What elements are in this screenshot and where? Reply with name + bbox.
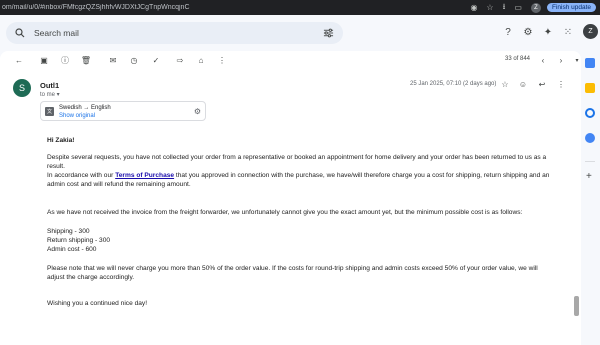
search-icon[interactable]	[14, 27, 26, 39]
get-addons-plus-icon[interactable]: +	[586, 171, 592, 182]
older-chevron-icon[interactable]: ›	[556, 55, 566, 65]
side-panel: +	[581, 51, 600, 345]
gmail-header: Search mail ? ⚙ ✦ ⁙ Z	[0, 15, 600, 51]
report-spam-icon[interactable]: ⓘ	[60, 55, 70, 65]
more-vert-message-icon[interactable]: ⋮	[556, 79, 566, 89]
reply-icon[interactable]: ↩	[537, 79, 547, 89]
closing-line: Wishing you a continued nice day!	[47, 300, 148, 307]
search-bar[interactable]: Search mail	[6, 22, 343, 44]
calendar-icon[interactable]	[585, 58, 595, 68]
terms-of-purchase-link[interactable]: Terms of Purchase	[115, 172, 174, 179]
bookmark-star-icon[interactable]: ☆	[486, 3, 493, 12]
browser-url-bar: om/mail/u/0/#inbox/FMfcgzQZSjhhfvWJDXtJC…	[0, 0, 600, 15]
add-task-icon[interactable]: ✓	[151, 55, 161, 65]
recipient-details[interactable]: to me ▾	[40, 91, 60, 98]
url-text[interactable]: om/mail/u/0/#inbox/FMfcgzQZSjhhfvWJDXtJC…	[0, 4, 470, 11]
cost-admin: Admin cost - 600	[47, 246, 97, 253]
translate-settings-icon[interactable]: ⚙	[193, 107, 202, 116]
body-paragraph-1: Despite several requests, you have not c…	[47, 154, 547, 170]
scrollbar-thumb[interactable]	[574, 296, 579, 316]
back-arrow-icon[interactable]: ←	[14, 55, 24, 65]
body-paragraph-2: In accordance with our Terms of Purchase…	[47, 171, 557, 189]
extensions-icon[interactable]: ▭	[514, 3, 522, 12]
account-avatar[interactable]: Z	[583, 24, 598, 39]
gemini-sparkle-icon[interactable]: ✦	[541, 25, 555, 39]
label-icon[interactable]: ⌂	[196, 55, 206, 65]
snooze-icon[interactable]: ◷	[129, 55, 139, 65]
delete-icon[interactable]: 🗑	[81, 55, 91, 65]
newer-chevron-icon[interactable]: ‹	[538, 55, 548, 65]
side-divider	[585, 161, 595, 162]
eye-icon[interactable]: ◉	[470, 3, 477, 12]
p2-text-before: In accordance with our	[47, 172, 116, 179]
finish-update-button[interactable]: Finish update	[546, 3, 596, 12]
tasks-icon[interactable]	[585, 108, 595, 118]
message-toolbar: ← ▣ ⓘ 🗑 ✉ ◷ ✓ ⇨ ⌂ ⋮ 33 of 844 ‹ › ▾	[0, 51, 581, 68]
message-view: ← ▣ ⓘ 🗑 ✉ ◷ ✓ ⇨ ⌂ ⋮ 33 of 844 ‹ › ▾ S Ou…	[0, 51, 581, 345]
sender-name[interactable]: Outl1	[40, 81, 59, 90]
settings-gear-icon[interactable]: ⚙	[521, 25, 535, 39]
keep-icon[interactable]	[585, 83, 595, 93]
greeting: Hi Zakia!	[47, 137, 75, 144]
archive-icon[interactable]: ▣	[39, 55, 49, 65]
emoji-react-icon[interactable]: ☺	[518, 79, 528, 89]
translation-languages: Swedish → English	[59, 105, 111, 111]
mark-unread-icon[interactable]: ✉	[108, 55, 118, 65]
more-vert-icon[interactable]: ⋮	[217, 55, 227, 65]
star-icon[interactable]: ☆	[500, 79, 510, 89]
message-date: 25 Jan 2025, 07:10 (2 days ago)	[410, 81, 497, 87]
translate-icon: 文	[45, 107, 54, 116]
sender-avatar[interactable]: S	[13, 79, 31, 97]
cost-return-shipping: Return shipping - 300	[47, 237, 111, 244]
contacts-icon[interactable]	[585, 133, 595, 143]
translation-banner: 文 Swedish → English Show original ⚙	[40, 101, 206, 121]
search-input[interactable]: Search mail	[34, 28, 79, 38]
apps-grid-icon[interactable]: ⁙	[561, 25, 575, 39]
help-icon[interactable]: ?	[501, 25, 515, 39]
body-paragraph-3: As we have not received the invoice from…	[47, 209, 523, 216]
downloads-icon[interactable]: ⭳	[503, 1, 506, 15]
body-paragraph-4: Please note that we will never charge yo…	[47, 265, 538, 281]
browser-profile-avatar[interactable]: Z	[530, 2, 541, 13]
search-options-icon[interactable]	[323, 28, 334, 38]
pager-count: 33 of 844	[505, 56, 531, 62]
move-to-icon[interactable]: ⇨	[175, 55, 185, 65]
cost-shipping: Shipping - 300	[47, 228, 90, 235]
show-original-link[interactable]: Show original	[59, 113, 95, 119]
